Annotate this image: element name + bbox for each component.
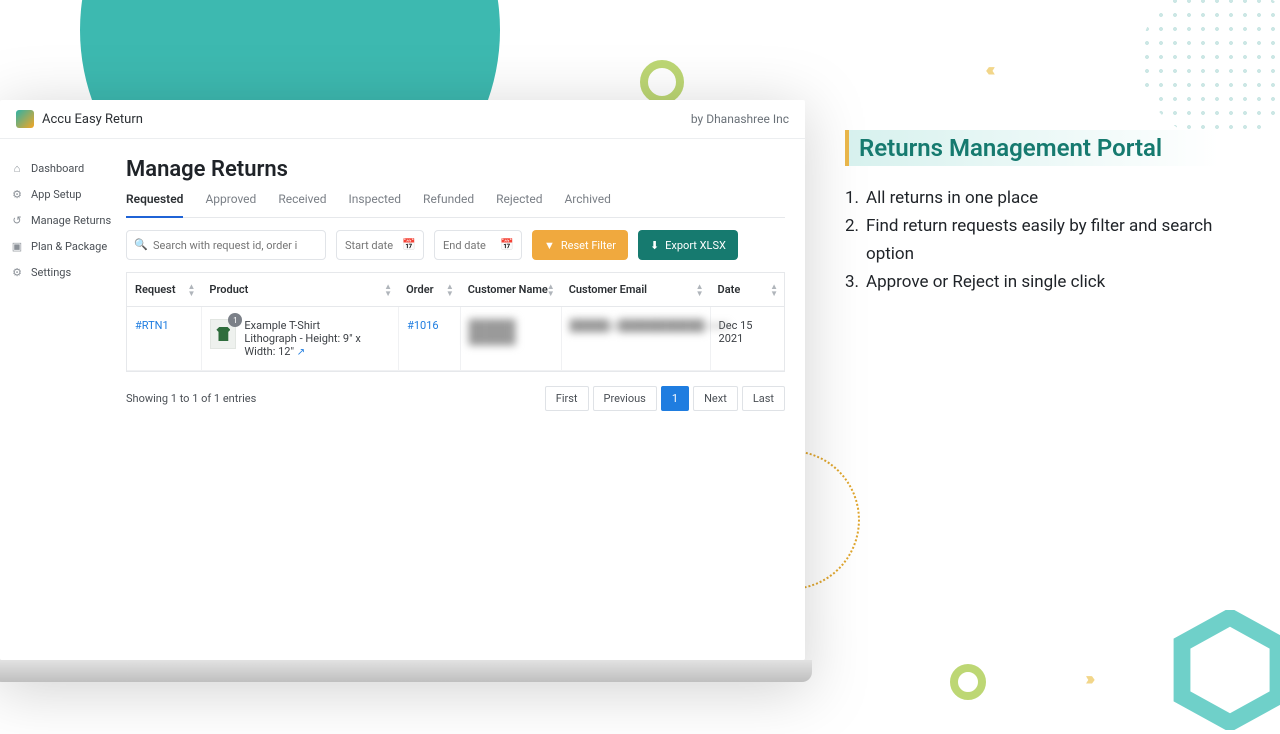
wrench-icon: ⚙ <box>10 187 24 201</box>
returns-table: Request▲▼ Product▲▼ Order▲▼ Customer Nam… <box>126 272 785 372</box>
brand: Accu Easy Return <box>16 110 143 128</box>
decor-ring <box>950 664 986 700</box>
decor-hexagon <box>1170 610 1280 730</box>
sort-icon: ▲▼ <box>384 283 392 297</box>
table-header-row: Request▲▼ Product▲▼ Order▲▼ Customer Nam… <box>127 273 784 307</box>
search-wrap: 🔍 <box>126 230 326 260</box>
sidebar-item-plan-package[interactable]: ▣ Plan & Package <box>6 233 120 259</box>
sidebar-item-dashboard[interactable]: ⌂ Dashboard <box>6 155 120 181</box>
download-icon: ⬇ <box>650 239 659 252</box>
col-customer-email[interactable]: Customer Email▲▼ <box>561 273 710 307</box>
product-desc: Lithograph - Height: 9" x Width: 12" ↗ <box>244 332 390 358</box>
gear-icon: ⚙ <box>10 265 24 279</box>
tabs: Requested Approved Received Inspected Re… <box>126 192 785 218</box>
product-name: Example T-Shirt <box>244 319 390 332</box>
col-request[interactable]: Request▲▼ <box>127 273 201 307</box>
tab-refunded[interactable]: Refunded <box>423 192 474 217</box>
col-date[interactable]: Date▲▼ <box>710 273 784 307</box>
list-item: 2.Find return requests easily by filter … <box>845 212 1260 268</box>
reset-label: Reset Filter <box>561 239 616 252</box>
end-date-wrap: 📅 <box>434 230 522 260</box>
reset-filter-button[interactable]: ▼ Reset Filter <box>532 230 628 260</box>
list-item: 1.All returns in one place <box>845 184 1260 212</box>
customer-email: █████@███████████.com <box>570 319 729 332</box>
app-header: Accu Easy Return by Dhanashree Inc <box>0 100 805 139</box>
customer-name: ██████ ██████ <box>469 319 516 345</box>
tab-received[interactable]: Received <box>278 192 326 217</box>
request-link[interactable]: #RTN1 <box>135 319 169 332</box>
col-order[interactable]: Order▲▼ <box>398 273 460 307</box>
returns-icon: ↺ <box>10 213 24 227</box>
external-link-icon[interactable]: ↗ <box>297 347 305 358</box>
table-row: #RTN1 Example T-Shirt Lithograph - Heigh… <box>127 307 784 371</box>
filter-bar: 🔍 📅 📅 ▼ Reset Filter ⬇ Export XLSX <box>126 230 785 260</box>
tab-inspected[interactable]: Inspected <box>349 192 402 217</box>
page-last[interactable]: Last <box>742 386 785 411</box>
sidebar-item-label: App Setup <box>31 188 81 201</box>
promo-title: Returns Management Portal <box>845 130 1260 166</box>
row-date: Dec 15 2021 <box>710 307 784 371</box>
tab-rejected[interactable]: Rejected <box>496 192 542 217</box>
device-base <box>0 660 812 682</box>
sort-icon: ▲▼ <box>187 283 195 297</box>
sidebar-item-label: Dashboard <box>31 162 84 175</box>
export-label: Export XLSX <box>665 239 726 252</box>
page-next[interactable]: Next <box>693 386 738 411</box>
start-date-wrap: 📅 <box>336 230 424 260</box>
pagination: First Previous 1 Next Last <box>545 386 785 411</box>
sidebar-item-label: Plan & Package <box>31 240 107 253</box>
page-first[interactable]: First <box>545 386 589 411</box>
sidebar-item-manage-returns[interactable]: ↺ Manage Returns <box>6 207 120 233</box>
col-customer-name[interactable]: Customer Name▲▼ <box>460 273 561 307</box>
tshirt-icon <box>216 327 230 341</box>
sidebar-item-settings[interactable]: ⚙ Settings <box>6 259 120 285</box>
home-icon: ⌂ <box>10 161 24 175</box>
calendar-icon: 📅 <box>402 238 416 251</box>
product-thumbnail <box>210 319 236 349</box>
order-link[interactable]: #1016 <box>407 319 439 332</box>
sort-icon: ▲▼ <box>446 283 454 297</box>
sidebar-item-label: Settings <box>31 266 71 279</box>
tab-approved[interactable]: Approved <box>205 192 256 217</box>
page-prev[interactable]: Previous <box>593 386 657 411</box>
tab-archived[interactable]: Archived <box>564 192 610 217</box>
search-input[interactable] <box>126 230 326 260</box>
promo-panel: Returns Management Portal 1.All returns … <box>845 130 1260 296</box>
list-item: 3.Approve or Reject in single click <box>845 268 1260 296</box>
decor-dots <box>1140 0 1280 140</box>
page-1[interactable]: 1 <box>661 386 689 411</box>
col-product[interactable]: Product▲▼ <box>201 273 398 307</box>
sort-icon: ▲▼ <box>547 283 555 297</box>
package-icon: ▣ <box>10 239 24 253</box>
decor-ring <box>640 60 684 104</box>
tab-requested[interactable]: Requested <box>126 192 183 218</box>
filter-icon: ▼ <box>544 239 555 252</box>
promo-list: 1.All returns in one place 2.Find return… <box>845 184 1260 296</box>
sidebar: ⌂ Dashboard ⚙ App Setup ↺ Manage Returns ▣ P… <box>0 139 126 660</box>
byline: by Dhanashree Inc <box>691 112 789 126</box>
search-icon: 🔍 <box>134 238 148 251</box>
app-logo-icon <box>16 110 34 128</box>
calendar-icon: 📅 <box>500 238 514 251</box>
sort-icon: ▲▼ <box>770 283 778 297</box>
sort-icon: ▲▼ <box>696 283 704 297</box>
export-xlsx-button[interactable]: ⬇ Export XLSX <box>638 230 738 260</box>
sidebar-item-label: Manage Returns <box>31 214 111 227</box>
main-content: Manage Returns Requested Approved Receiv… <box>126 139 805 660</box>
sidebar-item-app-setup[interactable]: ⚙ App Setup <box>6 181 120 207</box>
app-name: Accu Easy Return <box>42 112 143 127</box>
showing-text: Showing 1 to 1 of 1 entries <box>126 392 256 405</box>
page-title: Manage Returns <box>126 157 785 182</box>
